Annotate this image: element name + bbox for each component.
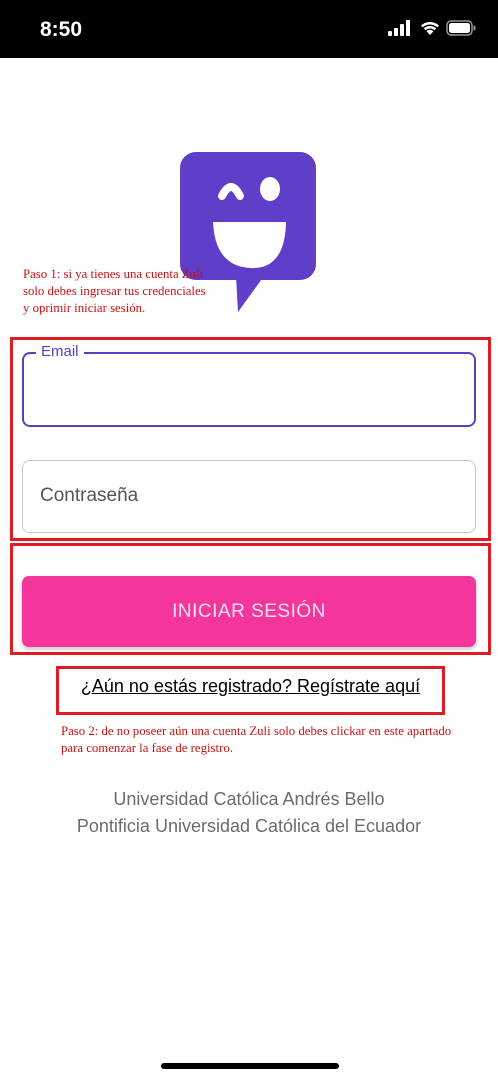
login-button[interactable]: INICIAR SESIÓN [22, 576, 476, 647]
email-field-label: Email [36, 343, 84, 360]
wifi-icon [421, 21, 439, 35]
status-time: 8:50 [40, 18, 83, 41]
footer-university-1: Universidad Católica Andrés Bello [113, 789, 385, 809]
step2-annotation: Paso 2: de no poseer aún una cuenta Zuli… [61, 724, 452, 755]
password-placeholder: Contraseña [40, 485, 139, 506]
login-button-label: INICIAR SESIÓN [172, 600, 326, 622]
signal-icon [388, 20, 410, 36]
battery-icon [446, 20, 476, 36]
home-indicator [161, 1063, 339, 1069]
status-bar: 8:50 [0, 0, 498, 58]
password-field[interactable]: Contraseña [22, 460, 476, 533]
footer-university-2: Pontificia Universidad Católica del Ecua… [76, 816, 422, 836]
step1-annotation: Paso 1: si ya tienes una cuenta Zuli sol… [23, 267, 206, 315]
email-field[interactable]: Email [22, 343, 476, 427]
register-link[interactable]: ¿Aún no estás registrado? Regístrate aqu… [68, 676, 433, 697]
